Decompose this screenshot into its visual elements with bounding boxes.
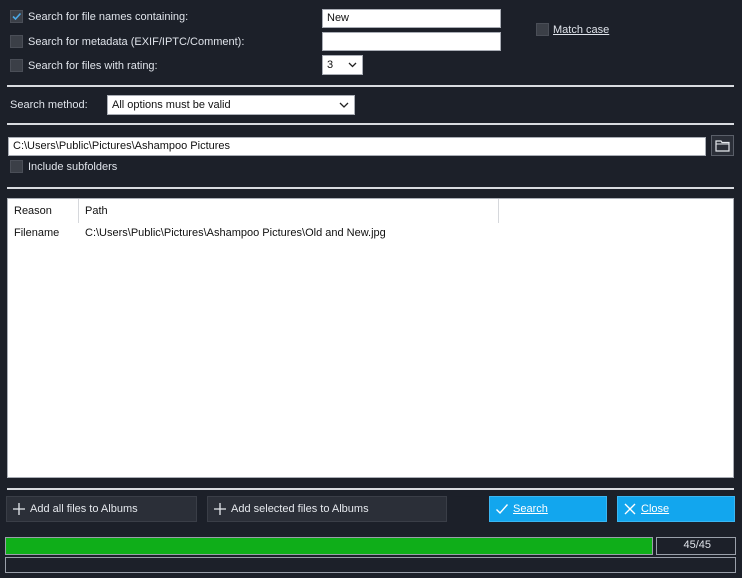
metadata-criterion-checkbox[interactable] — [10, 35, 23, 51]
filename-criterion-checkbox[interactable] — [10, 10, 23, 26]
rating-criterion-label: Search for files with rating: — [28, 60, 158, 72]
divider — [7, 187, 734, 189]
checkbox-checked[interactable] — [10, 10, 23, 23]
check-icon — [12, 12, 22, 21]
divider — [7, 85, 734, 87]
search-button-label: Search — [513, 503, 548, 515]
row-path: C:\Users\Public\Pictures\Ashampoo Pictur… — [85, 227, 386, 239]
close-button[interactable]: Close — [617, 496, 735, 522]
search-button[interactable]: Search — [489, 496, 607, 522]
plus-icon — [13, 503, 25, 515]
add-all-files-label: Add all files to Albums — [30, 503, 138, 515]
add-selected-files-label: Add selected files to Albums — [231, 503, 369, 515]
column-header-reason[interactable]: Reason — [8, 199, 79, 223]
match-case-label-text: Match case — [553, 24, 610, 36]
search-method-select[interactable]: All options must be valid — [107, 95, 355, 115]
row-reason: Filename — [14, 227, 60, 239]
add-all-files-button[interactable]: Add all files to Albums — [6, 496, 197, 522]
checkmark-icon — [496, 504, 509, 515]
search-method-label: Search method: — [10, 99, 88, 111]
metadata-search-input[interactable] — [322, 32, 501, 51]
checkbox-unchecked[interactable] — [10, 35, 23, 48]
filename-search-input[interactable]: New — [322, 9, 501, 28]
match-case-label: Match case — [553, 24, 609, 36]
table-row[interactable]: Filename C:\Users\Public\Pictures\Ashamp… — [8, 223, 733, 241]
column-header-path[interactable]: Path — [79, 199, 499, 223]
checkbox-unchecked[interactable] — [10, 59, 23, 72]
progress-bar — [5, 537, 653, 555]
chevron-down-icon — [339, 102, 349, 108]
progress-bar-fill — [6, 538, 652, 554]
folder-path-input[interactable]: C:\Users\Public\Pictures\Ashampoo Pictur… — [8, 137, 706, 156]
browse-folder-button[interactable] — [711, 135, 734, 156]
divider — [7, 123, 734, 125]
folder-icon — [715, 140, 730, 152]
rating-select-value: 3 — [327, 59, 334, 71]
close-icon — [624, 503, 636, 515]
results-list[interactable]: Reason Path Filename C:\Users\Public\Pic… — [7, 198, 734, 478]
chevron-down-icon — [348, 62, 357, 68]
divider — [7, 488, 734, 490]
include-subfolders-checkbox[interactable] — [10, 160, 23, 176]
plus-icon — [214, 503, 226, 515]
add-selected-files-button[interactable]: Add selected files to Albums — [207, 496, 447, 522]
filename-criterion-label: Search for file names containing: — [28, 11, 189, 23]
checkbox-unchecked[interactable] — [536, 23, 549, 36]
checkbox-unchecked[interactable] — [10, 160, 23, 173]
progress-counter: 45/45 — [656, 537, 736, 555]
rating-criterion-checkbox[interactable] — [10, 59, 23, 75]
match-case-checkbox[interactable] — [536, 23, 549, 39]
include-subfolders-label: Include subfolders — [28, 161, 118, 173]
close-button-label: Close — [641, 503, 670, 515]
rating-select[interactable]: 3 — [322, 55, 363, 75]
search-method-value: All options must be valid — [112, 99, 231, 111]
secondary-progress-bar — [5, 557, 736, 573]
metadata-criterion-label: Search for metadata (EXIF/IPTC/Comment): — [28, 36, 245, 48]
